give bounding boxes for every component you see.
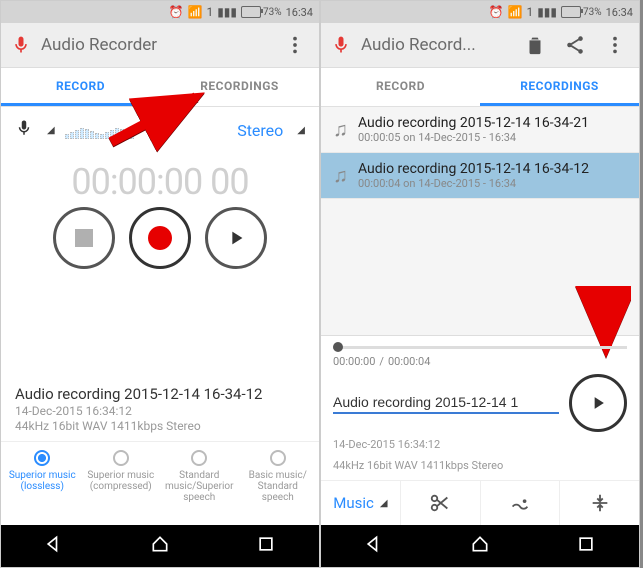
status-bar: ⏰ 📶 1 ▮▮▮ 73% 16:34	[1, 1, 319, 23]
player-date: 14-Dec-2015 16:34:12	[333, 438, 627, 451]
preset-option[interactable]: Standard music/Superior speech	[160, 450, 239, 503]
screenshot-left: ⏰ 📶 1 ▮▮▮ 73% 16:34 Audio Recorder RECOR…	[0, 0, 320, 568]
recording-format: 44kHz 16bit WAV 1411kbps Stereo	[15, 419, 305, 433]
player-panel: 00:00:00 / 00:00:04 14-Dec-2015 16:34:12…	[321, 335, 639, 525]
radio-checked-icon	[34, 450, 50, 466]
trim-button[interactable]	[401, 481, 481, 525]
app-bar: Audio Record...	[321, 23, 639, 68]
preset-label: Superior music (compressed)	[87, 470, 154, 492]
item-meta: 00:00:05 on 14-Dec-2015 - 16:34	[358, 131, 589, 144]
app-title: Audio Record...	[361, 35, 511, 55]
chevron-down-icon: ◢	[380, 498, 388, 509]
record-timer: 00:00:00 00	[15, 161, 305, 203]
app-icon-microphone	[9, 33, 33, 57]
channel-mode[interactable]: Stereo	[237, 121, 283, 140]
mic-source-icon[interactable]	[15, 119, 33, 141]
category-dropdown[interactable]: Music◢	[321, 481, 401, 525]
share-button[interactable]	[559, 29, 591, 61]
battery-indicator: 73%	[241, 6, 282, 18]
item-name: Audio recording 2015-12-14 16-34-12	[358, 161, 589, 177]
level-meter	[65, 121, 227, 139]
time-position: 00:00:00	[333, 355, 375, 368]
delete-button[interactable]	[519, 29, 551, 61]
seek-bar[interactable]	[333, 346, 627, 349]
tab-recordings[interactable]: RECORDINGS	[160, 68, 319, 106]
preset-label: Standard music/Superior speech	[165, 470, 234, 503]
radio-icon	[270, 450, 286, 466]
preset-label: Basic music/ Standard speech	[249, 470, 307, 503]
preset-option[interactable]: Basic music/ Standard speech	[239, 450, 318, 503]
chevron-down-icon: ◢	[297, 125, 305, 136]
sim-icon: 1	[206, 5, 213, 19]
music-note-icon: ♫	[333, 163, 348, 188]
app-icon-microphone	[329, 33, 353, 57]
overflow-menu-button[interactable]	[599, 29, 631, 61]
alarm-icon: ⏰	[489, 5, 504, 19]
wifi-icon: 📶	[508, 5, 523, 19]
alarm-icon: ⏰	[169, 5, 184, 19]
stop-button[interactable]	[53, 207, 115, 269]
back-button[interactable]	[44, 534, 64, 558]
wifi-icon: 📶	[188, 5, 203, 19]
recording-date: 14-Dec-2015 16:34:12	[15, 404, 305, 418]
android-nav-bar	[321, 525, 639, 567]
clock: 16:34	[286, 6, 313, 19]
tab-record[interactable]: RECORD	[1, 68, 160, 106]
sim-icon: 1	[526, 5, 533, 19]
back-button[interactable]	[364, 534, 384, 558]
tab-recordings[interactable]: RECORDINGS	[480, 68, 639, 106]
signal-icon: ▮▮▮	[537, 5, 557, 19]
tabs: RECORD RECORDINGS	[1, 68, 319, 107]
chevron-down-icon: ◢	[47, 125, 55, 136]
time-duration: 00:00:04	[388, 355, 430, 368]
recent-apps-button[interactable]	[256, 534, 276, 558]
quality-presets: Superior music (lossless) Superior music…	[1, 441, 319, 513]
list-item[interactable]: ♫ Audio recording 2015-12-14 16-34-12 00…	[321, 153, 639, 199]
player-format: 44kHz 16bit WAV 1411kbps Stereo	[333, 459, 627, 472]
home-button[interactable]	[150, 534, 170, 558]
battery-indicator: 73%	[561, 6, 602, 18]
app-title: Audio Recorder	[41, 35, 271, 55]
preset-label: Superior music (lossless)	[9, 470, 76, 492]
recording-info: Audio recording 2015-12-14 16-34-12 14-D…	[15, 385, 305, 433]
signal-icon: ▮▮▮	[217, 5, 237, 19]
record-button[interactable]	[129, 207, 191, 269]
screenshot-right: ⏰ 📶 1 ▮▮▮ 73% 16:34 Audio Record... RECO…	[320, 0, 640, 568]
overflow-menu-button[interactable]	[279, 29, 311, 61]
recordings-list: ♫ Audio recording 2015-12-14 16-34-21 00…	[321, 107, 639, 335]
android-nav-bar	[1, 525, 319, 567]
compress-button[interactable]	[560, 481, 639, 525]
player-toolbar: Music◢	[321, 480, 639, 525]
play-button[interactable]	[569, 374, 627, 432]
app-bar: Audio Recorder	[1, 23, 319, 68]
clock: 16:34	[606, 6, 633, 19]
list-item[interactable]: ♫ Audio recording 2015-12-14 16-34-21 00…	[321, 107, 639, 153]
item-meta: 00:00:04 on 14-Dec-2015 - 16:34	[358, 177, 589, 190]
recording-name: Audio recording 2015-12-14 16-34-12	[15, 385, 305, 403]
home-button[interactable]	[470, 534, 490, 558]
radio-icon	[113, 450, 129, 466]
speed-button[interactable]	[481, 481, 561, 525]
recording-name-input[interactable]	[333, 392, 559, 414]
playback-time: 00:00:00 / 00:00:04	[333, 355, 627, 368]
radio-icon	[191, 450, 207, 466]
item-name: Audio recording 2015-12-14 16-34-21	[358, 115, 589, 131]
preset-option[interactable]: Superior music (lossless)	[3, 450, 82, 503]
preset-option[interactable]: Superior music (compressed)	[82, 450, 161, 503]
play-button[interactable]	[205, 207, 267, 269]
status-bar: ⏰ 📶 1 ▮▮▮ 73% 16:34	[321, 1, 639, 23]
recent-apps-button[interactable]	[576, 534, 596, 558]
tab-record[interactable]: RECORD	[321, 68, 480, 106]
seek-knob[interactable]	[333, 342, 343, 352]
tabs: RECORD RECORDINGS	[321, 68, 639, 107]
music-note-icon: ♫	[333, 117, 348, 142]
